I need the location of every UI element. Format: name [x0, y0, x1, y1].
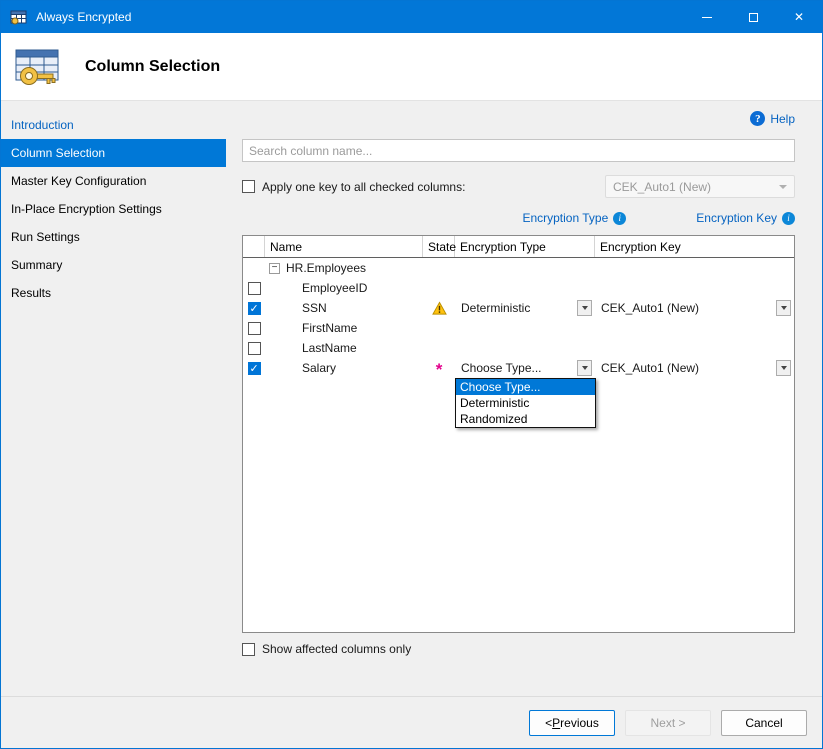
header-state: State	[423, 236, 455, 257]
column-name: SSN	[302, 301, 327, 315]
encryption-type-value: Deterministic	[461, 301, 530, 315]
help-icon[interactable]: ?	[750, 111, 765, 126]
encryption-type-dropdown: Choose Type... Deterministic Randomized	[455, 378, 596, 428]
table-row: FirstName	[243, 318, 794, 338]
column-name: LastName	[302, 341, 357, 355]
column-selection-panel: ? Help Apply one key to all checked colu…	[226, 101, 822, 696]
table-group-name: HR.Employees	[286, 261, 366, 275]
sidebar-item-master-key-configuration[interactable]: Master Key Configuration	[1, 167, 226, 195]
encryption-type-select[interactable]: Deterministic	[455, 298, 595, 318]
minimize-button[interactable]	[684, 1, 730, 33]
header-encryption-type: Encryption Type	[455, 236, 595, 257]
dropdown-arrow-icon[interactable]	[577, 360, 592, 376]
close-icon: ✕	[794, 11, 804, 23]
window-title: Always Encrypted	[36, 10, 131, 24]
row-checkbox[interactable]	[248, 322, 261, 335]
search-column-input[interactable]	[242, 139, 795, 162]
info-icon[interactable]: i	[613, 212, 626, 225]
columns-grid: Name State Encryption Type Encryption Ke…	[242, 235, 795, 633]
maximize-button[interactable]	[730, 1, 776, 33]
app-icon	[10, 9, 28, 25]
close-button[interactable]: ✕	[776, 1, 822, 33]
wizard-footer: < Previous Next > Cancel	[1, 696, 822, 748]
wizard-header: Column Selection	[1, 33, 822, 101]
maximize-icon	[749, 13, 758, 22]
apply-key-label: Apply one key to all checked columns:	[262, 180, 465, 194]
table-row: LastName	[243, 338, 794, 358]
show-affected-checkbox[interactable]	[242, 643, 255, 656]
table-row: SSN Deterministic	[243, 298, 794, 318]
dropdown-option-randomized[interactable]: Randomized	[456, 411, 595, 427]
header-encryption-key: Encryption Key	[595, 236, 794, 257]
column-header-links: Encryption Type i Encryption Key i	[242, 211, 795, 225]
row-checkbox[interactable]	[248, 282, 261, 295]
dropdown-arrow-icon[interactable]	[776, 300, 791, 316]
column-name: EmployeeID	[302, 281, 367, 295]
window-controls: ✕	[684, 1, 822, 33]
show-affected-label: Show affected columns only	[262, 642, 411, 656]
row-checkbox[interactable]	[248, 342, 261, 355]
help-link[interactable]: Help	[770, 112, 795, 126]
encryption-key-value: CEK_Auto1 (New)	[601, 301, 699, 315]
wizard-steps-sidebar: Introduction Column Selection Master Key…	[1, 101, 226, 696]
dropdown-option-deterministic[interactable]: Deterministic	[456, 395, 595, 411]
apply-key-value: CEK_Auto1 (New)	[613, 180, 711, 194]
previous-button[interactable]: < Previous	[529, 710, 615, 736]
sidebar-item-summary[interactable]: Summary	[1, 251, 226, 279]
apply-key-select[interactable]: CEK_Auto1 (New)	[605, 175, 795, 198]
table-row: Salary * Choose Type... CEK_Auto1 (New)	[243, 358, 794, 378]
sidebar-item-introduction[interactable]: Introduction	[1, 111, 226, 139]
apply-key-row: Apply one key to all checked columns: CE…	[242, 175, 795, 198]
content-area: Introduction Column Selection Master Key…	[1, 101, 822, 696]
dropdown-arrow-icon[interactable]	[577, 300, 592, 316]
encryption-type-link[interactable]: Encryption Type	[522, 211, 608, 225]
header-name: Name	[265, 236, 423, 257]
chevron-down-icon	[779, 185, 787, 189]
encryption-type-select[interactable]: Choose Type...	[455, 358, 595, 378]
encryption-key-select[interactable]: CEK_Auto1 (New)	[595, 298, 794, 318]
column-name: Salary	[302, 361, 336, 375]
encryption-key-link[interactable]: Encryption Key	[696, 211, 777, 225]
table-row: EmployeeID	[243, 278, 794, 298]
collapse-expander-icon[interactable]: −	[269, 263, 280, 274]
encryption-key-select[interactable]: CEK_Auto1 (New)	[595, 358, 794, 378]
grid-header: Name State Encryption Type Encryption Ke…	[243, 236, 794, 258]
cancel-button[interactable]: Cancel	[721, 710, 807, 736]
row-checkbox[interactable]	[248, 362, 261, 375]
encryption-key-value: CEK_Auto1 (New)	[601, 361, 699, 375]
sidebar-item-run-settings[interactable]: Run Settings	[1, 223, 226, 251]
info-icon[interactable]: i	[782, 212, 795, 225]
table-group-row: − HR.Employees	[243, 258, 794, 278]
sidebar-item-results[interactable]: Results	[1, 279, 226, 307]
sidebar-item-in-place-encryption-settings[interactable]: In-Place Encryption Settings	[1, 195, 226, 223]
always-encrypted-window: Always Encrypted ✕ Column Selecti	[0, 0, 823, 749]
minimize-icon	[702, 17, 712, 18]
column-name: FirstName	[302, 321, 357, 335]
apply-key-checkbox[interactable]	[242, 180, 255, 193]
next-button[interactable]: Next >	[625, 710, 711, 736]
page-title: Column Selection	[85, 58, 220, 76]
column-selection-icon	[11, 41, 63, 93]
help-row: ? Help	[242, 111, 795, 126]
warning-icon	[432, 301, 447, 316]
required-icon: *	[436, 365, 443, 375]
dropdown-arrow-icon[interactable]	[776, 360, 791, 376]
show-affected-row: Show affected columns only	[242, 642, 795, 656]
encryption-type-value: Choose Type...	[461, 361, 542, 375]
titlebar: Always Encrypted ✕	[1, 1, 822, 33]
header-checkbox-column	[243, 236, 265, 257]
dropdown-option-choose-type[interactable]: Choose Type...	[456, 379, 595, 395]
row-checkbox[interactable]	[248, 302, 261, 315]
sidebar-item-column-selection[interactable]: Column Selection	[1, 139, 226, 167]
